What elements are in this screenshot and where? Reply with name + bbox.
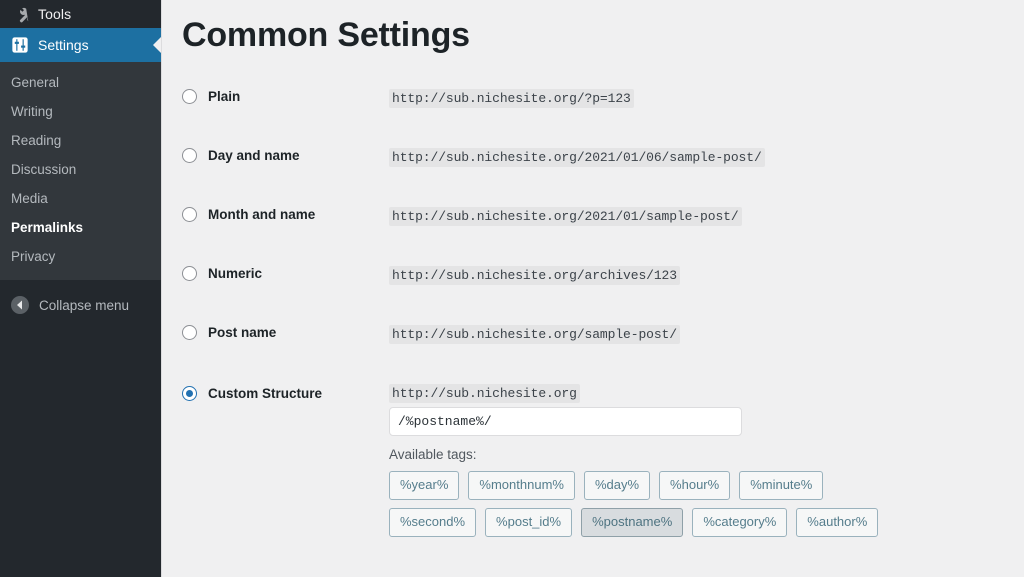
example-url: http://sub.nichesite.org/?p=123 (389, 89, 634, 108)
sidebar-item-media[interactable]: Media (0, 184, 161, 213)
tag-button-author[interactable]: %author% (796, 508, 879, 537)
page-title: Common Settings (182, 16, 470, 54)
permalink-option-month-and-name[interactable]: Month and name (182, 207, 389, 222)
wrench-icon (8, 6, 32, 23)
available-tags-label: Available tags: (389, 447, 477, 462)
radio-button[interactable] (182, 325, 197, 340)
sidebar-item-general[interactable]: General (0, 68, 161, 97)
tag-button-category[interactable]: %category% (692, 508, 788, 537)
example-url: http://sub.nichesite.org/archives/123 (389, 266, 680, 285)
permalink-option-day-and-name[interactable]: Day and name (182, 148, 389, 163)
radio-button[interactable] (182, 148, 197, 163)
option-label: Plain (208, 89, 241, 104)
sidebar-item-settings[interactable]: Settings (0, 28, 161, 62)
site-url-prefix: http://sub.nichesite.org (389, 384, 580, 403)
settings-submenu: General Writing Reading Discussion Media… (0, 62, 161, 280)
active-menu-arrow-icon (153, 36, 161, 54)
example-url: http://sub.nichesite.org/sample-post/ (389, 325, 680, 344)
tag-button-minute[interactable]: %minute% (739, 471, 824, 500)
radio-button[interactable] (182, 207, 197, 222)
radio-button[interactable] (182, 386, 197, 401)
sidebar-item-writing[interactable]: Writing (0, 97, 161, 126)
permalink-option-row[interactable]: Numeric http://sub.nichesite.org/archive… (162, 259, 1024, 318)
option-label: Month and name (208, 207, 316, 222)
tag-button-hour[interactable]: %hour% (659, 471, 731, 500)
option-label: Custom Structure (208, 386, 323, 401)
permalink-option-plain[interactable]: Plain (182, 89, 389, 104)
permalink-options-table: Plain http://sub.nichesite.org/?p=123 Da… (162, 82, 1024, 537)
permalink-option-custom-structure[interactable]: Custom Structure (182, 386, 389, 401)
sidebar-item-permalinks[interactable]: Permalinks (0, 213, 161, 242)
permalink-option-numeric[interactable]: Numeric (182, 266, 389, 281)
radio-button[interactable] (182, 266, 197, 281)
main-content: Common Settings Plain http://sub.nichesi… (161, 0, 1024, 577)
sidebar-item-label: Tools (38, 6, 72, 22)
arrow-left-circle-icon (9, 295, 30, 316)
custom-structure-input[interactable] (389, 407, 742, 436)
tag-button-second[interactable]: %second% (389, 508, 477, 537)
option-label: Post name (208, 325, 277, 340)
tag-button-postname[interactable]: %postname% (581, 508, 684, 537)
permalink-option-row[interactable]: Plain http://sub.nichesite.org/?p=123 (162, 82, 1024, 141)
collapse-menu-label: Collapse menu (39, 297, 130, 313)
tag-button-monthnum[interactable]: %monthnum% (468, 471, 575, 500)
tag-button-post-id[interactable]: %post_id% (485, 508, 573, 537)
admin-sidebar: Tools Settings General Writing Reading D… (0, 0, 161, 577)
tag-button-day[interactable]: %day% (583, 471, 651, 500)
tag-button-year[interactable]: %year% (389, 471, 460, 500)
sidebar-item-label: Settings (38, 37, 89, 53)
available-tags-list: %year% %monthnum% %day% %hour% %minute% … (389, 471, 909, 537)
permalink-option-post-name[interactable]: Post name (182, 325, 389, 340)
collapse-menu-button[interactable]: Collapse menu (0, 288, 161, 322)
sidebar-item-discussion[interactable]: Discussion (0, 155, 161, 184)
admin-screen: Tools Settings General Writing Reading D… (0, 0, 1024, 577)
permalink-option-row[interactable]: Post name http://sub.nichesite.org/sampl… (162, 318, 1024, 377)
example-url: http://sub.nichesite.org/2021/01/sample-… (389, 207, 742, 226)
option-label: Day and name (208, 148, 300, 163)
sidebar-item-reading[interactable]: Reading (0, 126, 161, 155)
radio-button[interactable] (182, 89, 197, 104)
sliders-icon (8, 36, 32, 54)
option-label: Numeric (208, 266, 263, 281)
permalink-option-row[interactable]: Custom Structure http://sub.nichesite.or… (162, 377, 1024, 537)
permalink-option-row[interactable]: Month and name http://sub.nichesite.org/… (162, 200, 1024, 259)
sidebar-item-tools[interactable]: Tools (0, 0, 161, 28)
example-url: http://sub.nichesite.org/2021/01/06/samp… (389, 148, 765, 167)
permalink-option-row[interactable]: Day and name http://sub.nichesite.org/20… (162, 141, 1024, 200)
sidebar-item-privacy[interactable]: Privacy (0, 242, 161, 271)
